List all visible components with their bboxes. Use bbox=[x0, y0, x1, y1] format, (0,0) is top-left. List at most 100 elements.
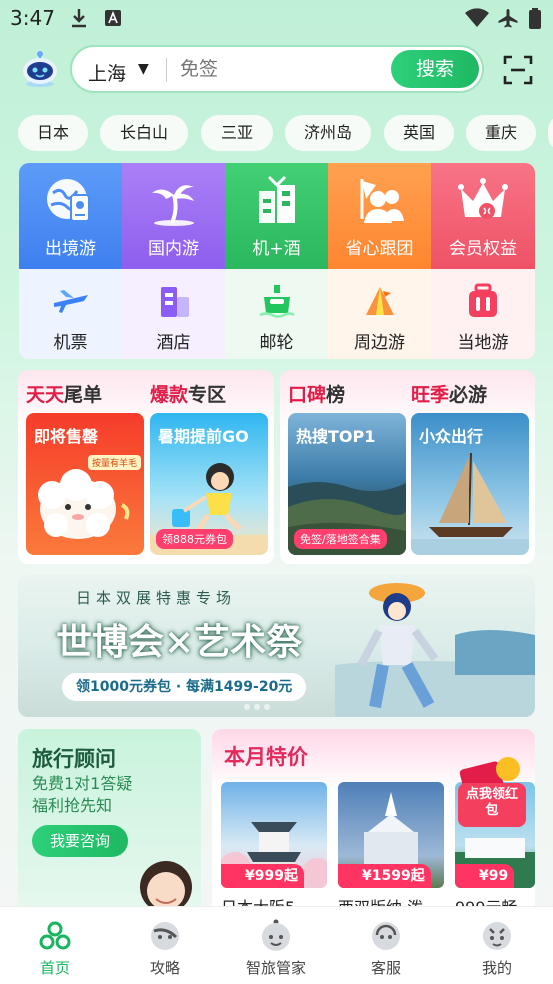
category-flight-hotel[interactable]: 机+酒 bbox=[225, 163, 328, 269]
tab-label: 首页 bbox=[39, 959, 70, 977]
subcategory-label: 机票 bbox=[53, 333, 88, 353]
advisor-line-1: 免费1对1答疑 bbox=[32, 774, 133, 793]
tab-customer-service[interactable]: 客服 bbox=[331, 907, 441, 984]
search-input[interactable] bbox=[180, 58, 380, 80]
palm-tree-icon bbox=[152, 185, 194, 226]
ranking-tile-top1[interactable]: 热搜TOP1 免签/落地签合集 bbox=[288, 413, 406, 555]
search-button[interactable]: 搜索 bbox=[391, 50, 479, 88]
hot-destination-tags: 日本 长白山 三亚 济州岛 英国 重庆 bbox=[18, 115, 553, 151]
hot-tag[interactable]: 英国 bbox=[384, 115, 454, 151]
promo-title-hot-items[interactable]: 爆款专区 bbox=[150, 380, 226, 407]
tile-badge: 免签/落地签合集 bbox=[294, 529, 387, 549]
subcategory-nearby[interactable]: 周边游 bbox=[328, 269, 431, 359]
category-member-benefits[interactable]: 会员权益 bbox=[431, 163, 535, 269]
promo-title-reputation[interactable]: 口碑榜 bbox=[288, 380, 345, 407]
special-price: ¥1599起 bbox=[338, 864, 431, 888]
expo-banner[interactable]: 日本双展特惠专场 世博会×艺术祭 领1000元券包 · 每满1499-20元 bbox=[18, 575, 535, 717]
tile-title: 暑期提前GO bbox=[158, 427, 249, 446]
special-tile-osaka[interactable]: ¥999起 bbox=[221, 782, 327, 888]
travel-advisor-card[interactable]: 旅行顾问 免费1对1答疑 福利抢先知 我要咨询 bbox=[18, 729, 201, 919]
hot-tag[interactable]: 重庆 bbox=[466, 115, 536, 151]
category-label: 机+酒 bbox=[252, 239, 301, 259]
category-outbound[interactable]: 出境游 bbox=[19, 163, 122, 269]
airplane-mode-icon bbox=[497, 8, 519, 35]
special-tile-xishuangbanna[interactable]: ¥1599起 bbox=[338, 782, 444, 888]
banner-subtitle: 日本双展特惠专场 bbox=[76, 589, 237, 607]
subcategory-hotels[interactable]: 酒店 bbox=[122, 269, 225, 359]
tab-label: 智旅管家 bbox=[245, 959, 306, 977]
tab-home[interactable]: 首页 bbox=[0, 907, 110, 984]
promo-card-deals: 天天尾单 爆款专区 即将售罄 按量有羊毛 暑期提前GO 领888元券包 bbox=[18, 370, 274, 564]
app-notification-icon bbox=[104, 8, 122, 33]
sailboat-photo bbox=[411, 452, 529, 555]
deal-tile-selling-out[interactable]: 即将售罄 按量有羊毛 bbox=[26, 413, 144, 555]
status-time: 3:47 bbox=[10, 6, 55, 30]
cruise-icon bbox=[259, 285, 295, 318]
hot-tag[interactable]: 济州岛 bbox=[285, 115, 371, 151]
tile-title: 即将售罄 bbox=[34, 427, 99, 446]
promo-card-rankings: 口碑榜 旺季必游 热搜TOP1 免签/落地签合集 小众出行 bbox=[280, 370, 535, 564]
red-packet-label: 点我领红包 bbox=[466, 787, 519, 818]
assistant-robot-icon[interactable] bbox=[20, 50, 60, 88]
advisor-title: 旅行顾问 bbox=[32, 747, 116, 771]
tent-icon bbox=[366, 287, 394, 315]
monthly-title: 本月特价 bbox=[224, 745, 308, 769]
promo-title-last-minute[interactable]: 天天尾单 bbox=[26, 380, 102, 407]
red-packet-button[interactable]: 点我领红包 bbox=[456, 749, 528, 829]
flag-group-icon bbox=[360, 179, 404, 223]
tab-label: 我的 bbox=[481, 959, 512, 977]
monthly-specials-card: 本月特价 ¥999起 日本大阪5 ¥1599起 西双版纳·泼 ¥99 999元畅 bbox=[212, 729, 535, 919]
download-icon bbox=[70, 8, 88, 33]
category-domestic[interactable]: 国内游 bbox=[122, 163, 225, 269]
ranking-tile-niche[interactable]: 小众出行 bbox=[411, 413, 529, 555]
wifi-icon bbox=[465, 8, 489, 33]
subcategory-label: 当地游 bbox=[457, 333, 509, 353]
tab-label: 攻略 bbox=[149, 959, 180, 977]
subcategory-local[interactable]: 当地游 bbox=[431, 269, 535, 359]
banner-title: 世博会×艺术祭 bbox=[56, 621, 303, 663]
deal-tile-summer[interactable]: 暑期提前GO 领888元券包 bbox=[150, 413, 268, 555]
category-label: 国内游 bbox=[148, 239, 199, 259]
tab-label: 客服 bbox=[370, 959, 401, 977]
tab-guides[interactable]: 攻略 bbox=[110, 907, 220, 984]
search-bar: 上海 ▼ 搜索 bbox=[70, 45, 484, 93]
tab-travel-assistant[interactable]: 智旅管家 bbox=[221, 907, 331, 984]
home-icon bbox=[39, 921, 71, 950]
category-grid: 出境游 国内游 机+酒 省心跟团 会员权益 机票 酒店 邮轮 周边游 当地游 bbox=[19, 163, 535, 359]
subcategory-label: 酒店 bbox=[156, 333, 191, 353]
subcategory-cruise[interactable]: 邮轮 bbox=[225, 269, 328, 359]
special-price: ¥99 bbox=[455, 864, 515, 888]
battery-icon bbox=[528, 8, 542, 35]
tab-profile[interactable]: 我的 bbox=[442, 907, 552, 984]
city-selector[interactable]: 上海 bbox=[88, 59, 126, 86]
plane-icon bbox=[54, 290, 88, 313]
hot-tag-overflow[interactable] bbox=[548, 115, 553, 151]
hot-tag[interactable]: 长白山 bbox=[100, 115, 188, 151]
tile-tag: 按量有羊毛 bbox=[88, 455, 142, 470]
scan-icon[interactable] bbox=[500, 52, 536, 88]
bottom-tab-bar: 首页 攻略 智旅管家 客服 我的 bbox=[0, 906, 553, 984]
carousel-dots[interactable] bbox=[244, 695, 274, 714]
hot-tag[interactable]: 三亚 bbox=[201, 115, 273, 151]
tile-badge: 领888元券包 bbox=[156, 529, 233, 549]
subcategory-label: 邮轮 bbox=[259, 333, 294, 353]
hot-tag[interactable]: 日本 bbox=[18, 115, 88, 151]
divider bbox=[166, 58, 167, 82]
guide-icon bbox=[151, 922, 179, 950]
subcategory-flights[interactable]: 机票 bbox=[19, 269, 122, 359]
profile-icon bbox=[483, 922, 511, 950]
hotel-icon bbox=[161, 287, 189, 317]
category-group-tour[interactable]: 省心跟团 bbox=[328, 163, 431, 269]
tile-title: 热搜TOP1 bbox=[296, 427, 376, 446]
crown-icon bbox=[458, 178, 508, 219]
robot-assistant-icon bbox=[262, 919, 290, 951]
promo-title-peak-season[interactable]: 旺季必游 bbox=[411, 380, 487, 407]
category-label: 省心跟团 bbox=[345, 239, 414, 259]
category-label: 出境游 bbox=[45, 239, 96, 259]
consult-button[interactable]: 我要咨询 bbox=[32, 825, 128, 857]
advisor-line-2: 福利抢先知 bbox=[32, 796, 113, 815]
subcategory-label: 周边游 bbox=[354, 333, 405, 353]
status-bar: 3:47 bbox=[0, 0, 553, 36]
customer-service-icon bbox=[372, 922, 400, 950]
chevron-down-icon[interactable]: ▼ bbox=[138, 61, 149, 77]
